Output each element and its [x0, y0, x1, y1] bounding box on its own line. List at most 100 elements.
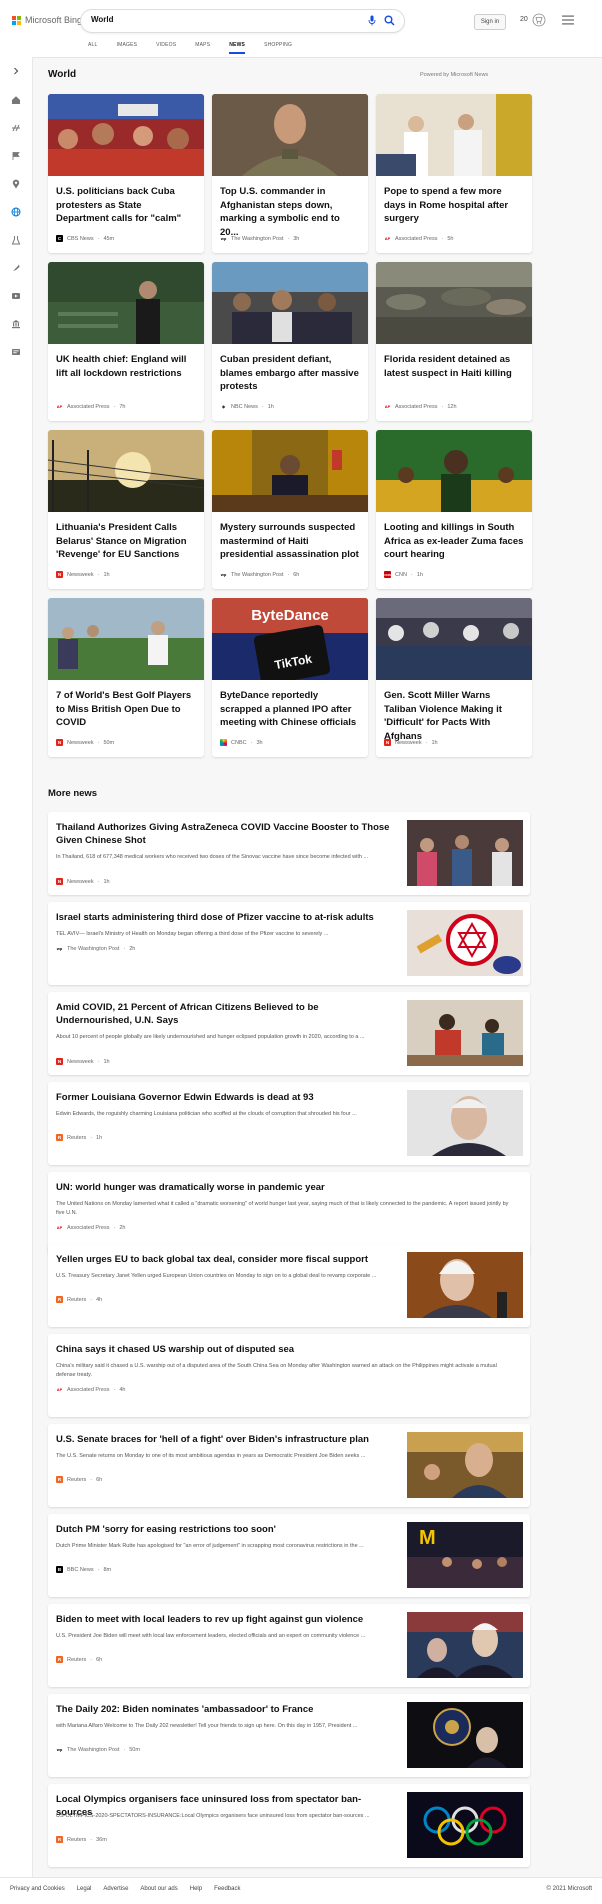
news-title[interactable]: Former Louisiana Governor Edwin Edwards … — [56, 1091, 396, 1104]
rewards-count[interactable]: 20 — [520, 16, 528, 23]
tab-videos[interactable]: VIDEOS — [156, 42, 176, 54]
news-snippet: About 10 percent of people globally are … — [56, 1034, 365, 1040]
news-card[interactable]: ByteDance TikTok ByteDance reportedly sc… — [212, 598, 368, 757]
footer-link-help[interactable]: Help — [190, 1886, 202, 1892]
news-list-item[interactable]: Local Olympics organisers face uninsured… — [48, 1784, 530, 1867]
search-input[interactable]: World — [91, 15, 114, 24]
news-list-item[interactable]: Thailand Authorizes Giving AstraZeneca C… — [48, 812, 530, 895]
news-title[interactable]: Dutch PM 'sorry for easing restrictions … — [56, 1523, 396, 1536]
news-title[interactable]: U.S. Senate braces for 'hell of a fight'… — [56, 1433, 396, 1446]
entertainment-icon[interactable] — [10, 290, 22, 302]
news-title[interactable]: Thailand Authorizes Giving AstraZeneca C… — [56, 821, 396, 847]
hamburger-menu-icon[interactable] — [562, 15, 574, 25]
footer-link-legal[interactable]: Legal — [77, 1886, 92, 1892]
footer-link-advertise[interactable]: Advertise — [103, 1886, 128, 1892]
search-box[interactable]: World — [81, 10, 404, 32]
card-title[interactable]: Looting and killings in South Africa as … — [384, 521, 524, 562]
tab-all[interactable]: ALL — [88, 42, 98, 54]
news-snippet: with Mariana Alfaro Welcome to The Daily… — [56, 1723, 358, 1729]
card-title[interactable]: Gen. Scott Miller Warns Taliban Violence… — [384, 689, 524, 743]
microphone-icon[interactable] — [368, 15, 376, 26]
card-title[interactable]: Florida resident detained as latest susp… — [384, 353, 524, 380]
card-source: N Newsweek · 50m — [56, 739, 115, 746]
powered-by-label: Powered by Microsoft News — [420, 72, 489, 78]
news-list-item[interactable]: Amid COVID, 21 Percent of African Citize… — [48, 992, 530, 1075]
card-title[interactable]: UK health chief: England will lift all l… — [56, 353, 196, 380]
expand-icon[interactable] — [10, 65, 22, 77]
source-name: Newsweek — [395, 739, 422, 746]
news-list-item[interactable]: U.S. Senate braces for 'hell of a fight'… — [48, 1424, 530, 1507]
news-title[interactable]: Biden to meet with local leaders to rev … — [56, 1613, 396, 1626]
card-title[interactable]: ByteDance reportedly scrapped a planned … — [220, 689, 360, 730]
news-list-item[interactable]: The Daily 202: Biden nominates 'ambassad… — [48, 1694, 530, 1777]
news-title[interactable]: Israel starts administering third dose o… — [56, 911, 396, 924]
news-title[interactable]: China says it chased US warship out of d… — [56, 1343, 516, 1356]
tab-news[interactable]: NEWS — [229, 42, 245, 54]
money-icon[interactable] — [10, 318, 22, 330]
news-thumbnail — [407, 1252, 523, 1318]
science-icon[interactable] — [10, 234, 22, 246]
associated-press-icon: AP — [56, 403, 63, 410]
news-card[interactable]: Cuban president defiant, blames embargo … — [212, 262, 368, 421]
tab-shopping[interactable]: SHOPPING — [264, 42, 292, 54]
newsweek-icon: N — [56, 739, 63, 746]
news-list-item[interactable]: Yellen urges EU to back global tax deal,… — [48, 1244, 530, 1327]
source-name: Associated Press — [395, 235, 438, 242]
footer-link-privacy[interactable]: Privacy and Cookies — [10, 1886, 65, 1892]
news-thumbnail — [407, 1792, 523, 1858]
footer-link-feedback[interactable]: Feedback — [214, 1886, 240, 1892]
news-list-item[interactable]: Biden to meet with local leaders to rev … — [48, 1604, 530, 1687]
tab-images[interactable]: IMAGES — [117, 42, 138, 54]
source-name: Newsweek — [67, 1058, 94, 1065]
footer-link-about-ads[interactable]: About our ads — [140, 1886, 177, 1892]
source-age: 6h — [96, 1656, 103, 1663]
news-card[interactable]: Lithuania's President Calls Belarus' Sta… — [48, 430, 204, 589]
rewards-icon[interactable] — [532, 13, 546, 27]
news-icon[interactable] — [10, 346, 22, 358]
card-title[interactable]: U.S. politicians back Cuba protesters as… — [56, 185, 196, 226]
news-title[interactable]: Amid COVID, 21 Percent of African Citize… — [56, 1001, 396, 1027]
source-name: BBC News — [67, 1566, 94, 1573]
bing-logo[interactable]: Microsoft Bing — [12, 15, 82, 25]
news-title[interactable]: Yellen urges EU to back global tax deal,… — [56, 1253, 396, 1266]
news-list-item[interactable]: Dutch PM 'sorry for easing restrictions … — [48, 1514, 530, 1597]
discover-icon[interactable] — [10, 122, 22, 134]
local-icon[interactable] — [10, 178, 22, 190]
news-card[interactable]: Florida resident detained as latest susp… — [376, 262, 532, 421]
card-title[interactable]: Top U.S. commander in Afghanistan steps … — [220, 185, 360, 239]
news-list-item[interactable]: Former Louisiana Governor Edwin Edwards … — [48, 1082, 530, 1165]
sports-icon[interactable] — [10, 262, 22, 274]
card-title[interactable]: Pope to spend a few more days in Rome ho… — [384, 185, 524, 226]
source-age: 5h — [447, 235, 454, 242]
news-card[interactable]: Top U.S. commander in Afghanistan steps … — [212, 94, 368, 253]
card-title[interactable]: Lithuania's President Calls Belarus' Sta… — [56, 521, 196, 562]
source-name: CBS News — [67, 235, 94, 242]
news-card[interactable]: UK health chief: England will lift all l… — [48, 262, 204, 421]
news-list-item[interactable]: China says it chased US warship out of d… — [48, 1334, 530, 1417]
news-list-item[interactable]: UN: world hunger was dramatically worse … — [48, 1172, 530, 1255]
news-card[interactable]: Mystery surrounds suspected mastermind o… — [212, 430, 368, 589]
source-name: Reuters — [67, 1836, 87, 1843]
news-source: R Reuters · 4h — [56, 1296, 103, 1303]
following-icon[interactable] — [10, 150, 22, 162]
sign-in-button[interactable]: Sign in — [474, 14, 506, 30]
card-title[interactable]: 7 of World's Best Golf Players to Miss B… — [56, 689, 196, 730]
news-source: R Reuters · 36m — [56, 1836, 107, 1843]
news-card[interactable]: Gen. Scott Miller Warns Taliban Violence… — [376, 598, 532, 757]
search-icon[interactable] — [384, 15, 395, 26]
news-card[interactable]: Looting and killings in South Africa as … — [376, 430, 532, 589]
card-title[interactable]: Mystery surrounds suspected mastermind o… — [220, 521, 360, 562]
world-icon[interactable] — [10, 206, 22, 218]
home-icon[interactable] — [10, 94, 22, 106]
news-card[interactable]: Pope to spend a few more days in Rome ho… — [376, 94, 532, 253]
news-source: AP Associated Press · 2h — [56, 1224, 126, 1231]
news-image — [212, 262, 368, 344]
news-list-item[interactable]: Israel starts administering third dose o… — [48, 902, 530, 985]
source-name: Reuters — [67, 1296, 87, 1303]
card-title[interactable]: Cuban president defiant, blames embargo … — [220, 353, 360, 394]
news-title[interactable]: The Daily 202: Biden nominates 'ambassad… — [56, 1703, 396, 1716]
news-title[interactable]: UN: world hunger was dramatically worse … — [56, 1181, 516, 1194]
news-card[interactable]: U.S. politicians back Cuba protesters as… — [48, 94, 204, 253]
news-card[interactable]: 7 of World's Best Golf Players to Miss B… — [48, 598, 204, 757]
tab-maps[interactable]: MAPS — [195, 42, 210, 54]
